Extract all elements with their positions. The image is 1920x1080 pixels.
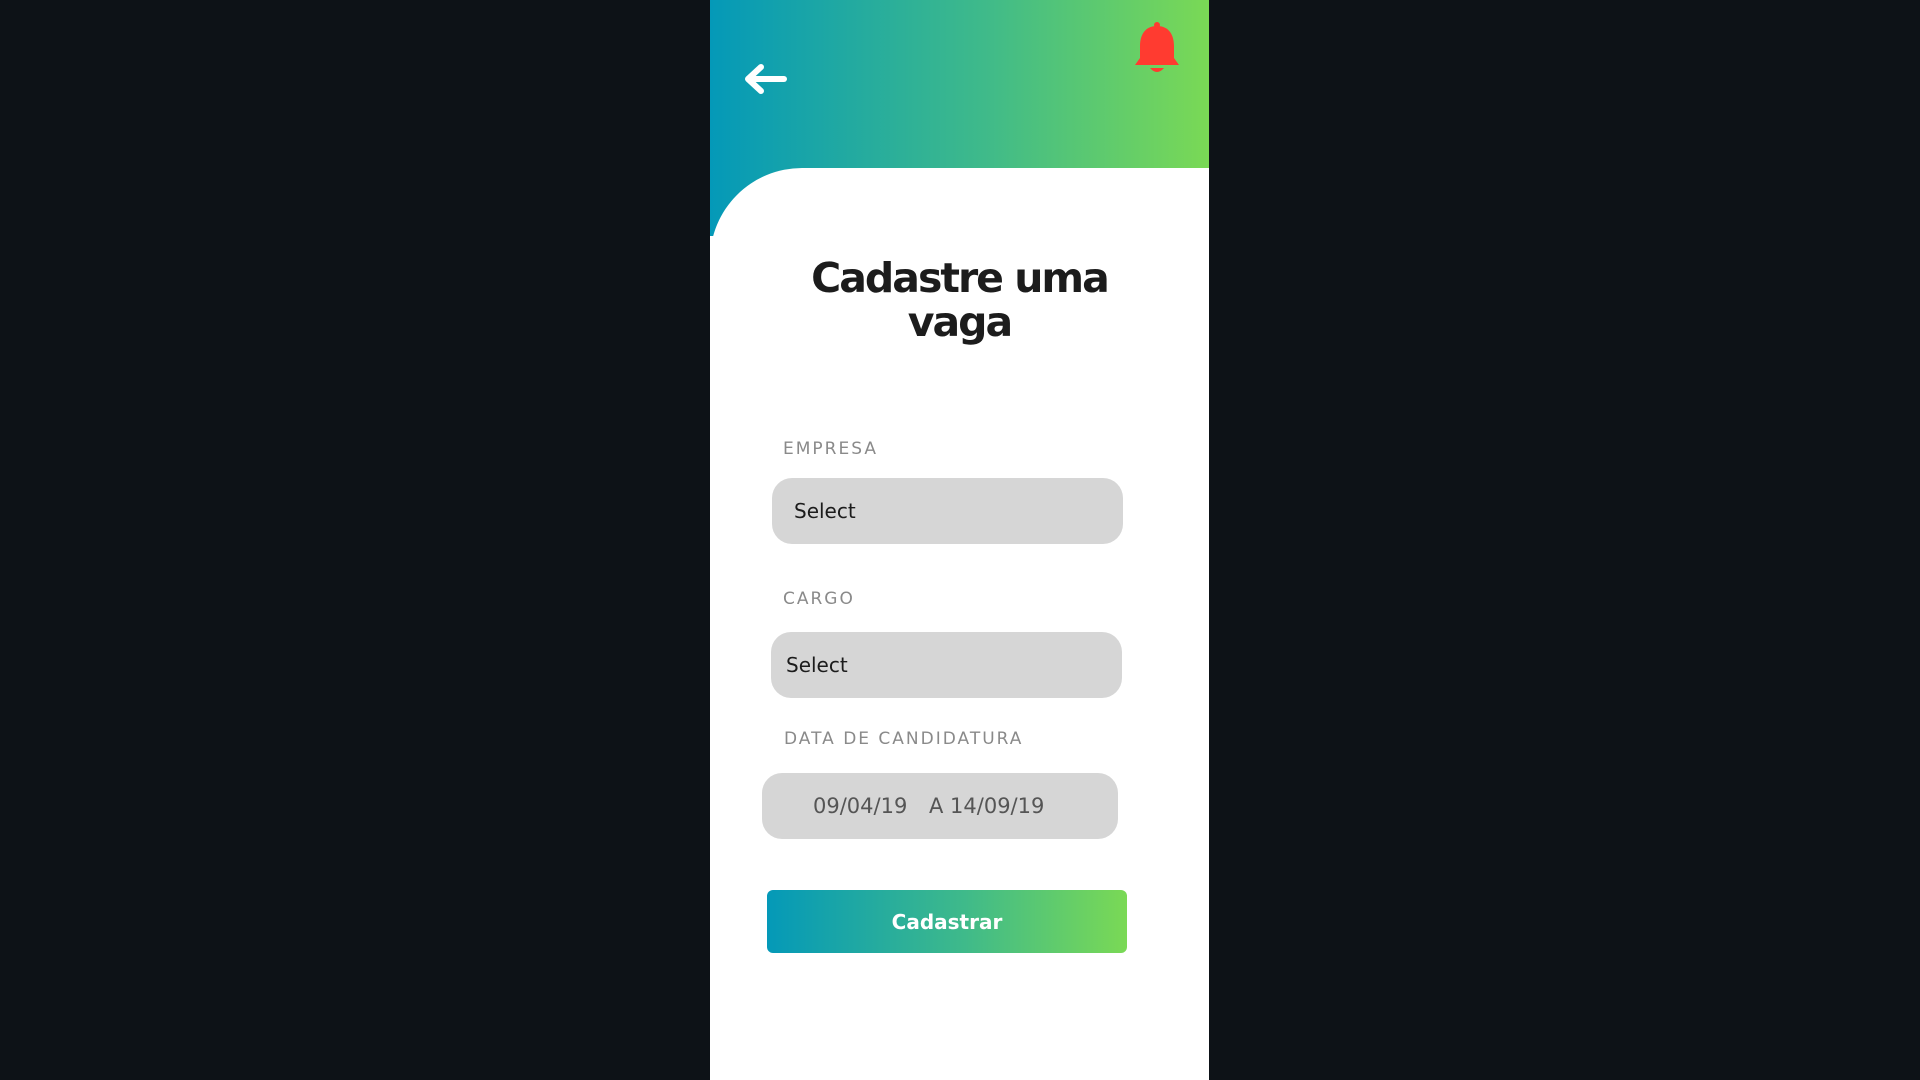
data-candidatura-label: DATA DE CANDIDATURA [784,729,1024,749]
page-title: Cadastre uma vaga [710,256,1209,344]
date-range-field[interactable]: 09/04/19 A 14/09/19 [762,773,1118,839]
cargo-select-value: Select [786,653,848,677]
empresa-label: EMPRESA [783,439,878,459]
empresa-select[interactable]: Select [772,478,1123,544]
back-button[interactable] [742,62,788,96]
bell-icon [1135,22,1179,72]
empresa-select-value: Select [794,499,856,523]
page-title-line-1: Cadastre uma [811,254,1110,302]
cargo-label: CARGO [783,589,855,609]
cadastrar-button[interactable]: Cadastrar [767,890,1127,953]
page-title-line-2: vaga [907,298,1013,346]
date-end[interactable]: A 14/09/19 [929,794,1044,818]
notification-button[interactable] [1130,20,1184,76]
cargo-select[interactable]: Select [771,632,1122,698]
arrow-left-icon [745,64,787,94]
date-start[interactable]: 09/04/19 [813,794,907,818]
app-screen: Cadastre uma vaga EMPRESA Select CARGO S… [710,0,1209,1080]
